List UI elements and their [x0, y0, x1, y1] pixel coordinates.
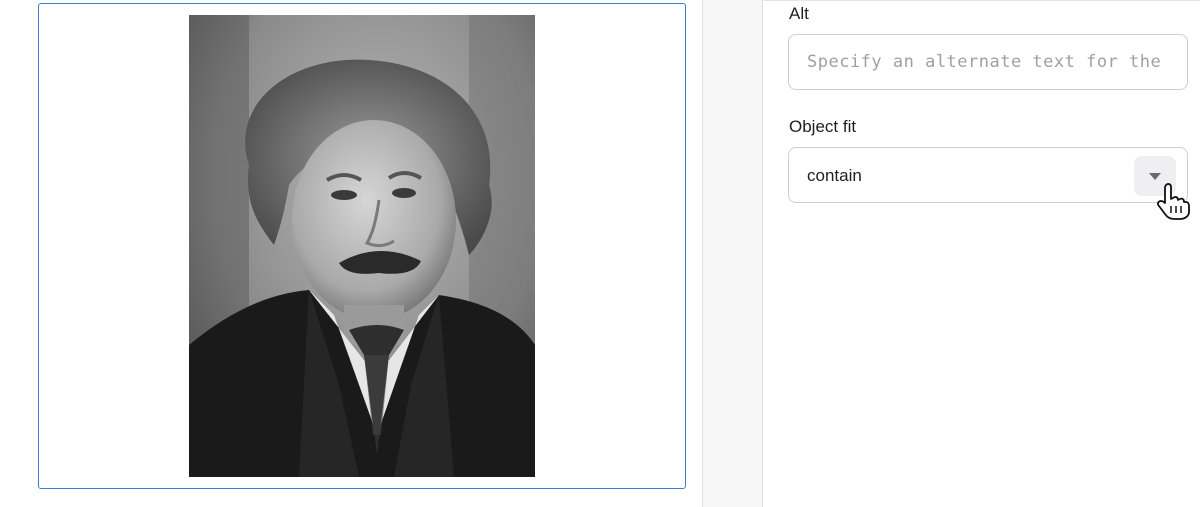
settings-panel: Alt Object fit contain — [763, 0, 1200, 507]
object-fit-label: Object fit — [789, 117, 857, 136]
alt-label: Alt — [789, 4, 809, 23]
selected-image-block[interactable] — [38, 3, 686, 489]
object-fit-dropdown-button[interactable] — [1134, 156, 1176, 196]
object-fit-value: contain — [807, 166, 862, 185]
chevron-down-icon — [1149, 172, 1161, 180]
object-fit-select[interactable]: contain — [788, 147, 1188, 203]
alt-text-input[interactable] — [788, 34, 1188, 90]
canvas-area — [0, 0, 702, 507]
app-window: Alt Object fit contain — [0, 0, 1200, 507]
panel-divider — [702, 0, 763, 507]
portrait-image[interactable] — [189, 15, 535, 477]
